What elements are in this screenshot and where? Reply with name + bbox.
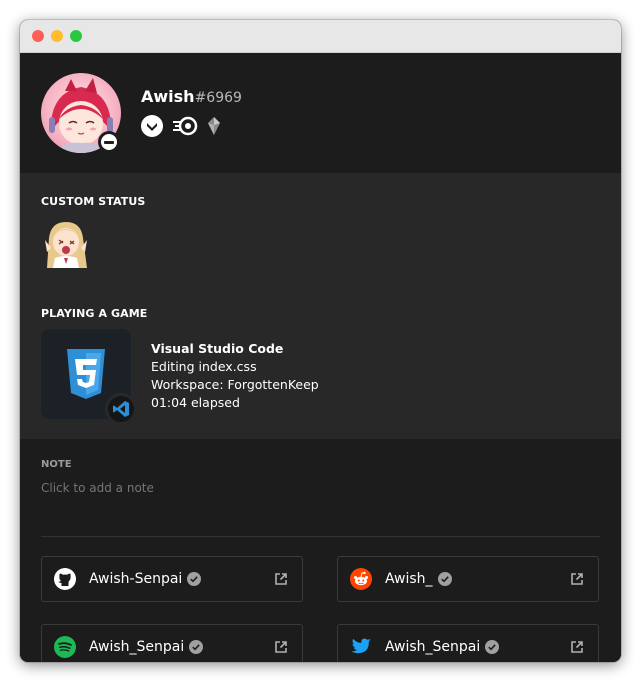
username-name: Awish bbox=[141, 87, 195, 106]
activity-section: CUSTOM STATUS PLAYING A GAME Visual Stud… bbox=[20, 173, 621, 439]
external-link-icon[interactable] bbox=[570, 640, 584, 654]
vscode-icon bbox=[105, 393, 137, 425]
external-link-icon[interactable] bbox=[274, 640, 288, 654]
connection-name: Awish_ bbox=[385, 571, 433, 587]
connection-name: Awish-Senpai bbox=[89, 571, 183, 587]
note-input[interactable] bbox=[41, 481, 341, 495]
connection-name: Awish_Senpai bbox=[89, 639, 185, 655]
minimize-window-button[interactable] bbox=[51, 30, 63, 42]
profile-header: Awish#6969 bbox=[20, 53, 621, 173]
note-section: NOTE Awish-Senpai bbox=[20, 439, 621, 662]
profile-window: Awish#6969 CUSTOM STATUS PLAYING A GAME … bbox=[20, 20, 621, 662]
username: Awish#6969 bbox=[141, 87, 242, 106]
github-icon bbox=[54, 568, 76, 590]
nitro-boost-badge-icon[interactable] bbox=[172, 115, 198, 137]
connection-name: Awish_Senpai bbox=[385, 639, 481, 655]
twitter-icon bbox=[351, 638, 371, 654]
verified-check-icon bbox=[437, 572, 452, 586]
close-window-button[interactable] bbox=[32, 30, 44, 42]
connection-twitter[interactable]: Awish_Senpai bbox=[337, 624, 599, 662]
title-bar bbox=[20, 20, 621, 53]
anime-girl-emoji-icon bbox=[41, 218, 91, 268]
gem-badge-icon[interactable] bbox=[207, 115, 221, 137]
verified-check-icon bbox=[187, 572, 202, 586]
spotify-icon bbox=[54, 636, 76, 658]
external-link-icon[interactable] bbox=[570, 572, 584, 586]
note-label: NOTE bbox=[41, 459, 72, 470]
username-discriminator: #6969 bbox=[194, 90, 242, 106]
reddit-icon bbox=[350, 568, 372, 590]
dnd-status-icon bbox=[98, 131, 120, 153]
verified-check-icon bbox=[189, 640, 204, 654]
connection-spotify[interactable]: Awish_Senpai bbox=[41, 624, 303, 662]
custom-status-label: CUSTOM STATUS bbox=[41, 195, 146, 208]
game-details-line: Editing index.css bbox=[151, 359, 257, 374]
playing-game-label: PLAYING A GAME bbox=[41, 307, 148, 320]
connection-github[interactable]: Awish-Senpai bbox=[41, 556, 303, 602]
divider bbox=[41, 536, 600, 537]
connection-reddit[interactable]: Awish_ bbox=[337, 556, 599, 602]
game-name: Visual Studio Code bbox=[151, 341, 284, 356]
badge-list bbox=[141, 115, 221, 137]
verified-check-icon bbox=[485, 640, 500, 654]
external-link-icon[interactable] bbox=[274, 572, 288, 586]
maximize-window-button[interactable] bbox=[70, 30, 82, 42]
game-details: Visual Studio Code Editing index.css Wor… bbox=[151, 340, 319, 412]
game-elapsed: 01:04 elapsed bbox=[151, 395, 240, 410]
game-state-line: Workspace: ForgottenKeep bbox=[151, 377, 319, 392]
hypesquad-chevron-badge-icon[interactable] bbox=[141, 115, 163, 137]
